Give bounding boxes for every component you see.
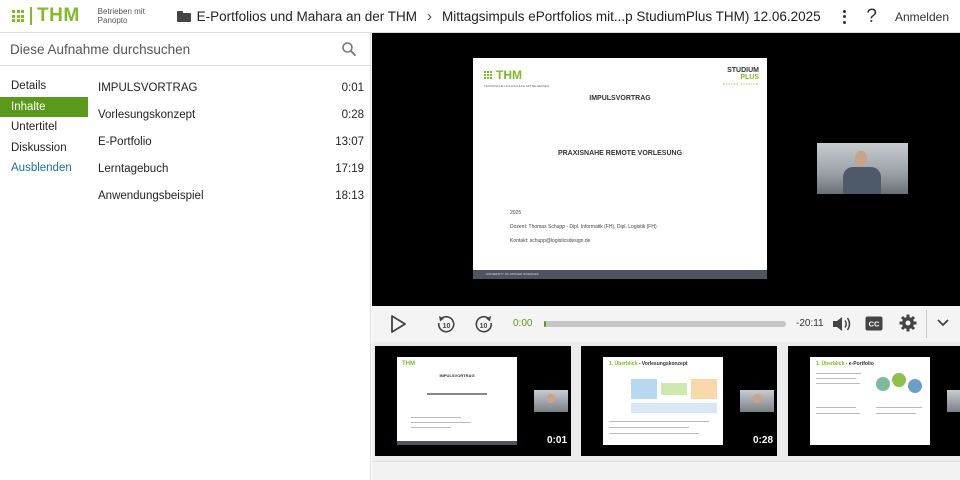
controls-divider [926,310,927,338]
tab-contents[interactable]: Inhalte [0,96,88,117]
contents-item-time: 17:19 [335,162,364,175]
logo-text: THM [37,5,80,26]
hide-sidebar-link[interactable]: Ausblenden [0,158,88,179]
thumbnail-strip: THM IMPULSVORTRAG 0:01 1. Überblick - Vo… [372,342,960,480]
list-item[interactable]: Vorlesungskonzept 0:28 [98,102,364,129]
contents-item-time: 18:13 [335,189,364,202]
thumbnail-webcam [947,390,960,412]
webcam-video[interactable] [817,143,908,194]
thumbnail-slide: 1. Überblick - e-Portfolio [810,357,930,445]
breadcrumb-session-title: Mittagsimpuls ePortfolios mit...p Studiu… [442,8,821,24]
contents-item-time: 0:28 [341,109,364,122]
slide-contact: Kontakt: schupp@logisticsdesign.de [510,238,591,244]
rewind-10-icon[interactable]: 10 [436,314,456,334]
breadcrumb: E-Portfolios und Mahara an der THM › Mit… [176,7,821,25]
sidebar-tabs: Details Inhalte Untertitel Diskussion Au… [0,76,88,179]
slide-thm-logo: THM [484,68,522,82]
thumbnail-item[interactable]: 1. Überblick - Vorlesungskonzept 0:28 [581,346,777,456]
contents-item-title: IMPULSVORTRAG [98,82,198,95]
sign-in-button[interactable]: Anmelden [895,10,949,24]
contents-item-title: Vorlesungskonzept [98,109,196,122]
list-item[interactable]: E-Portfolio 13:07 [98,129,364,156]
thumbnail-time: 0:28 [752,435,773,446]
slide-year: 2025 [510,210,522,216]
thumbnail-time: 0:01 [546,435,567,446]
list-item[interactable]: IMPULSVORTRAG 0:01 [98,75,364,102]
contents-list: IMPULSVORTRAG 0:01 Vorlesungskonzept 0:2… [98,75,364,209]
sidebar: Details Inhalte Untertitel Diskussion Au… [0,33,371,480]
studiumplus-logo: STUDIUM PLUS DUALES STUDIUM [722,67,759,86]
logo-divider [30,7,32,25]
presentation-slide: THM TECHNISCHE HOCHSCHULE MITTELHESSEN S… [473,58,767,279]
search-icon[interactable] [342,42,356,56]
list-item[interactable]: Anwendungsbeispiel 18:13 [98,182,364,209]
powered-by-label: Betrieben mit Panopto [97,7,145,25]
slide-subtitle: PRAXISNAHE REMOTE VORLESUNG [557,150,683,157]
svg-text:10: 10 [480,323,488,330]
slide-meta: 2025 Dozent: Thomas Schupp - Dipl. Infor… [510,206,657,248]
search-bar [0,33,370,66]
seek-bar[interactable] [544,321,786,327]
volume-icon[interactable] [832,315,852,333]
thumbnail-webcam [740,390,774,412]
current-time: 0:00 [513,318,533,329]
tab-discussion[interactable]: Diskussion [0,138,88,159]
list-item[interactable]: Lerntagebuch 17:19 [98,155,364,182]
seek-progress [544,321,547,327]
contents-item-title: Lerntagebuch [98,162,169,175]
contents-item-time: 0:01 [341,82,364,95]
chevron-down-icon[interactable] [937,319,949,327]
thm-logo[interactable]: THM [12,5,80,27]
slide-title: IMPULSVORTRAG [589,95,651,102]
player-controls: 10 10 0:00 -20:11 CC [372,306,960,342]
thumbnail-webcam [534,390,568,412]
contents-item-time: 13:07 [335,135,364,148]
captions-icon[interactable]: CC [865,316,883,331]
contents-item-title: Anwendungsbeispiel [98,189,204,202]
thumbnail-item[interactable]: 1. Überblick - e-Portfolio 1 [788,346,960,456]
remaining-time: -20:11 [796,318,824,329]
slide-logo-subtitle: TECHNISCHE HOCHSCHULE MITTELHESSEN [484,84,550,88]
settings-gear-icon[interactable] [899,314,917,332]
breadcrumb-folder-link[interactable]: E-Portfolios und Mahara an der THM [197,9,417,24]
folder-icon [176,10,191,22]
svg-text:CC: CC [869,320,880,329]
contents-item-title: E-Portfolio [98,135,152,148]
more-options-icon[interactable] [834,9,854,24]
thumbnail-item[interactable]: THM IMPULSVORTRAG 0:01 [375,346,571,456]
thumbnail-slide: 1. Überblick - Vorlesungskonzept [603,357,723,445]
thumbnail-scrollbar[interactable] [372,461,960,480]
search-input[interactable] [10,41,330,57]
svg-text:10: 10 [443,323,451,330]
help-icon[interactable]: ? [866,6,877,28]
play-icon[interactable] [390,315,406,333]
slide-footer: UNIVERSITY OF APPLIED SCIENCES [473,270,767,279]
video-stage[interactable]: THM TECHNISCHE HOCHSCHULE MITTELHESSEN S… [372,33,960,306]
tab-captions[interactable]: Untertitel [0,117,88,138]
slide-lecturer: Dozent: Thomas Schupp - Dipl. Informatik… [510,224,657,230]
forward-10-icon[interactable]: 10 [474,314,494,334]
thumbnail-slide: THM IMPULSVORTRAG [397,357,517,445]
logo-dots-icon [12,10,24,22]
app-header: THM Betrieben mit Panopto E-Portfolios u… [0,0,960,33]
chevron-right-icon: › [427,7,433,25]
tab-details[interactable]: Details [0,76,88,97]
